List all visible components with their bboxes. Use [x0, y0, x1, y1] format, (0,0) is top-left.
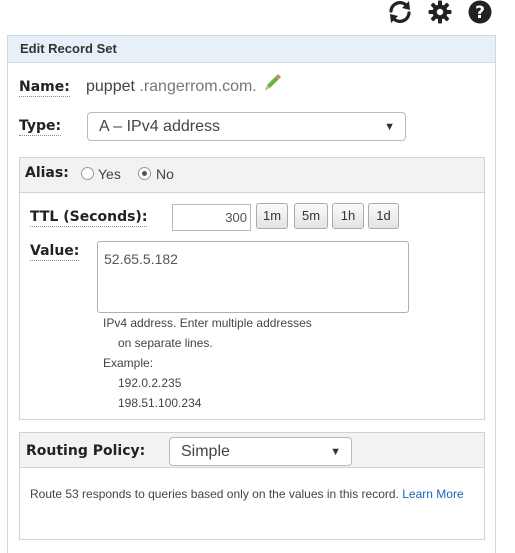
chevron-down-icon: ▼ — [330, 445, 341, 458]
toolbar: ? — [0, 0, 515, 34]
svg-text:?: ? — [475, 3, 485, 23]
value-help-line2: on separate lines. — [118, 336, 213, 350]
value-label: Value: — [30, 243, 80, 261]
ttl-1d-button[interactable]: 1d — [368, 203, 399, 229]
alias-label: Alias: — [25, 165, 69, 181]
type-selected-value: A – IPv4 address — [99, 117, 220, 135]
help-icon[interactable]: ? — [467, 0, 493, 27]
routing-policy-description: Route 53 responds to queries based only … — [30, 483, 480, 505]
panel-title: Edit Record Set — [8, 36, 495, 63]
routing-policy-select[interactable]: Simple ▼ — [169, 437, 352, 466]
ttl-label: TTL (Seconds): — [30, 209, 148, 227]
refresh-icon[interactable] — [387, 0, 413, 27]
alias-yes-label[interactable]: Yes — [98, 166, 121, 182]
learn-more-link[interactable]: Learn More — [402, 487, 463, 501]
value-help-line1: IPv4 address. Enter multiple addresses — [103, 316, 312, 330]
record-name: puppet .rangerrom.com. — [86, 78, 257, 96]
routing-policy-label: Routing Policy: — [26, 443, 146, 459]
value-example-2: 198.51.100.234 — [118, 396, 202, 410]
value-example-1: 192.0.2.235 — [118, 376, 182, 390]
ttl-5m-button[interactable]: 5m — [294, 203, 328, 229]
alias-yes-radio[interactable] — [81, 167, 94, 180]
record-subdomain: puppet — [86, 78, 135, 95]
alias-no-label[interactable]: No — [156, 166, 174, 182]
routing-policy-selected-value: Simple — [181, 442, 230, 460]
type-label: Type: — [19, 118, 62, 136]
ttl-1h-button[interactable]: 1h — [332, 203, 364, 229]
chevron-down-icon: ▼ — [384, 120, 395, 133]
alias-no-radio[interactable] — [138, 167, 151, 180]
type-select[interactable]: A – IPv4 address ▼ — [87, 112, 406, 141]
edit-pencil-icon[interactable] — [263, 72, 283, 95]
name-label: Name: — [19, 79, 70, 97]
routing-description-text: Route 53 responds to queries based only … — [30, 487, 399, 501]
value-textarea[interactable]: 52.65.5.182 — [97, 241, 409, 313]
value-example-label: Example: — [103, 356, 154, 370]
ttl-1m-button[interactable]: 1m — [256, 203, 288, 229]
gear-icon[interactable] — [428, 0, 452, 27]
ttl-input[interactable]: 300 — [172, 204, 251, 231]
record-domain: .rangerrom.com. — [134, 78, 257, 95]
